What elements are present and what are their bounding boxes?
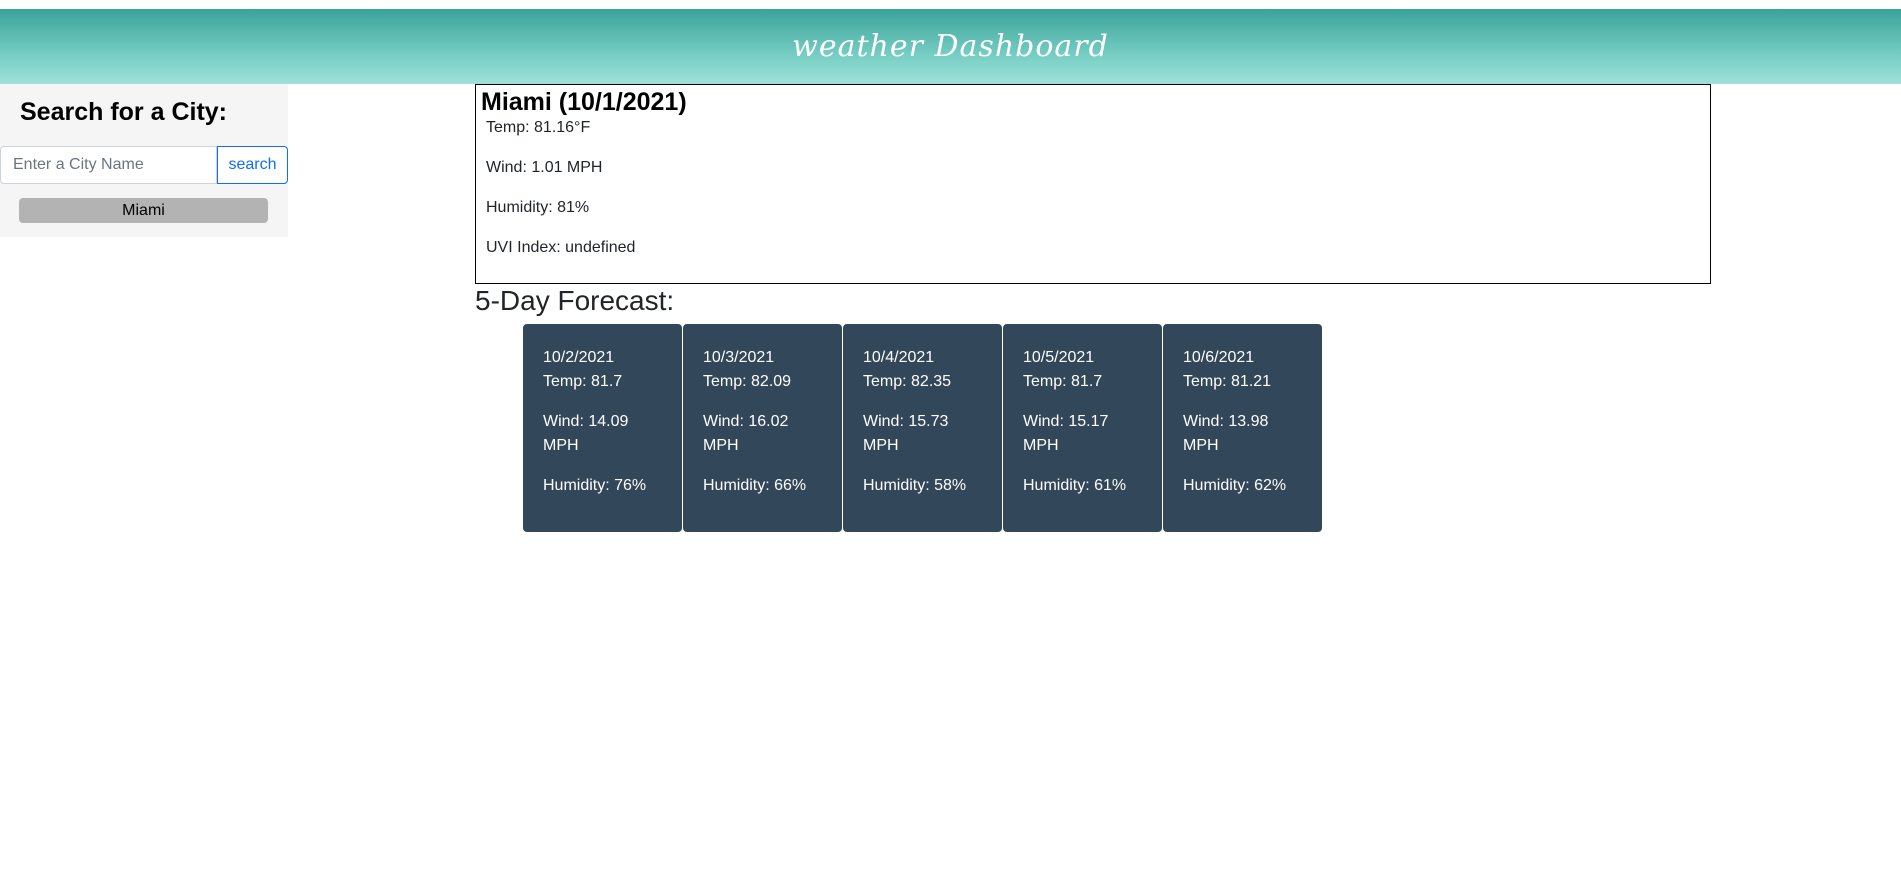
- city-search-input[interactable]: [0, 146, 217, 184]
- current-city-title: Miami (10/1/2021): [481, 88, 687, 116]
- forecast-humidity: Humidity: 58%: [863, 477, 967, 494]
- app-header: weather Dashboard: [0, 9, 1901, 84]
- forecast-wind: Wind: 15.73 MPH: [863, 413, 949, 454]
- search-button[interactable]: search: [217, 146, 288, 184]
- current-temp: Temp: 81.16°F: [486, 119, 591, 136]
- search-sidebar: Search for a City: search Miami: [0, 84, 288, 237]
- current-humidity: Humidity: 81%: [486, 199, 590, 216]
- forecast-wind: Wind: 15.17 MPH: [1023, 413, 1109, 454]
- forecast-heading: 5-Day Forecast:: [475, 285, 675, 316]
- forecast-temp: Temp: 82.09: [703, 373, 792, 390]
- forecast-card: 10/6/2021 Temp: 81.21 Wind: 13.98 MPH Hu…: [1163, 324, 1322, 532]
- forecast-date: 10/6/2021: [1183, 349, 1255, 366]
- forecast-wind: Wind: 16.02 MPH: [703, 413, 789, 454]
- forecast-humidity: Humidity: 61%: [1023, 477, 1127, 494]
- forecast-wind: Wind: 14.09 MPH: [543, 413, 629, 454]
- forecast-date: 10/4/2021: [863, 349, 935, 366]
- forecast-card: 10/5/2021 Temp: 81.7 Wind: 15.17 MPH Hum…: [1003, 324, 1162, 532]
- forecast-humidity: Humidity: 66%: [703, 477, 807, 494]
- current-weather-card: Miami (10/1/2021) Temp: 81.16°F Wind: 1.…: [475, 84, 1711, 284]
- current-wind: Wind: 1.01 MPH: [486, 159, 603, 176]
- forecast-temp: Temp: 82.35: [863, 373, 952, 390]
- history-city-button[interactable]: Miami: [19, 198, 268, 223]
- forecast-card: 10/4/2021 Temp: 82.35 Wind: 15.73 MPH Hu…: [843, 324, 1002, 532]
- forecast-date: 10/2/2021: [543, 349, 615, 366]
- current-uvi: UVI Index: undefined: [486, 239, 636, 256]
- forecast-temp: Temp: 81.21: [1183, 373, 1272, 390]
- forecast-wind: Wind: 13.98 MPH: [1183, 413, 1269, 454]
- forecast-date: 10/5/2021: [1023, 349, 1095, 366]
- forecast-temp: Temp: 81.7: [543, 373, 623, 390]
- search-heading: Search for a City:: [20, 98, 228, 126]
- forecast-humidity: Humidity: 76%: [543, 477, 647, 494]
- forecast-card: 10/3/2021 Temp: 82.09 Wind: 16.02 MPH Hu…: [683, 324, 842, 532]
- forecast-list: 10/2/2021 Temp: 81.7 Wind: 14.09 MPH Hum…: [523, 324, 1322, 532]
- forecast-temp: Temp: 81.7: [1023, 373, 1103, 390]
- page-title: weather Dashboard: [792, 29, 1109, 64]
- forecast-humidity: Humidity: 62%: [1183, 477, 1287, 494]
- forecast-date: 10/3/2021: [703, 349, 775, 366]
- forecast-card: 10/2/2021 Temp: 81.7 Wind: 14.09 MPH Hum…: [523, 324, 682, 532]
